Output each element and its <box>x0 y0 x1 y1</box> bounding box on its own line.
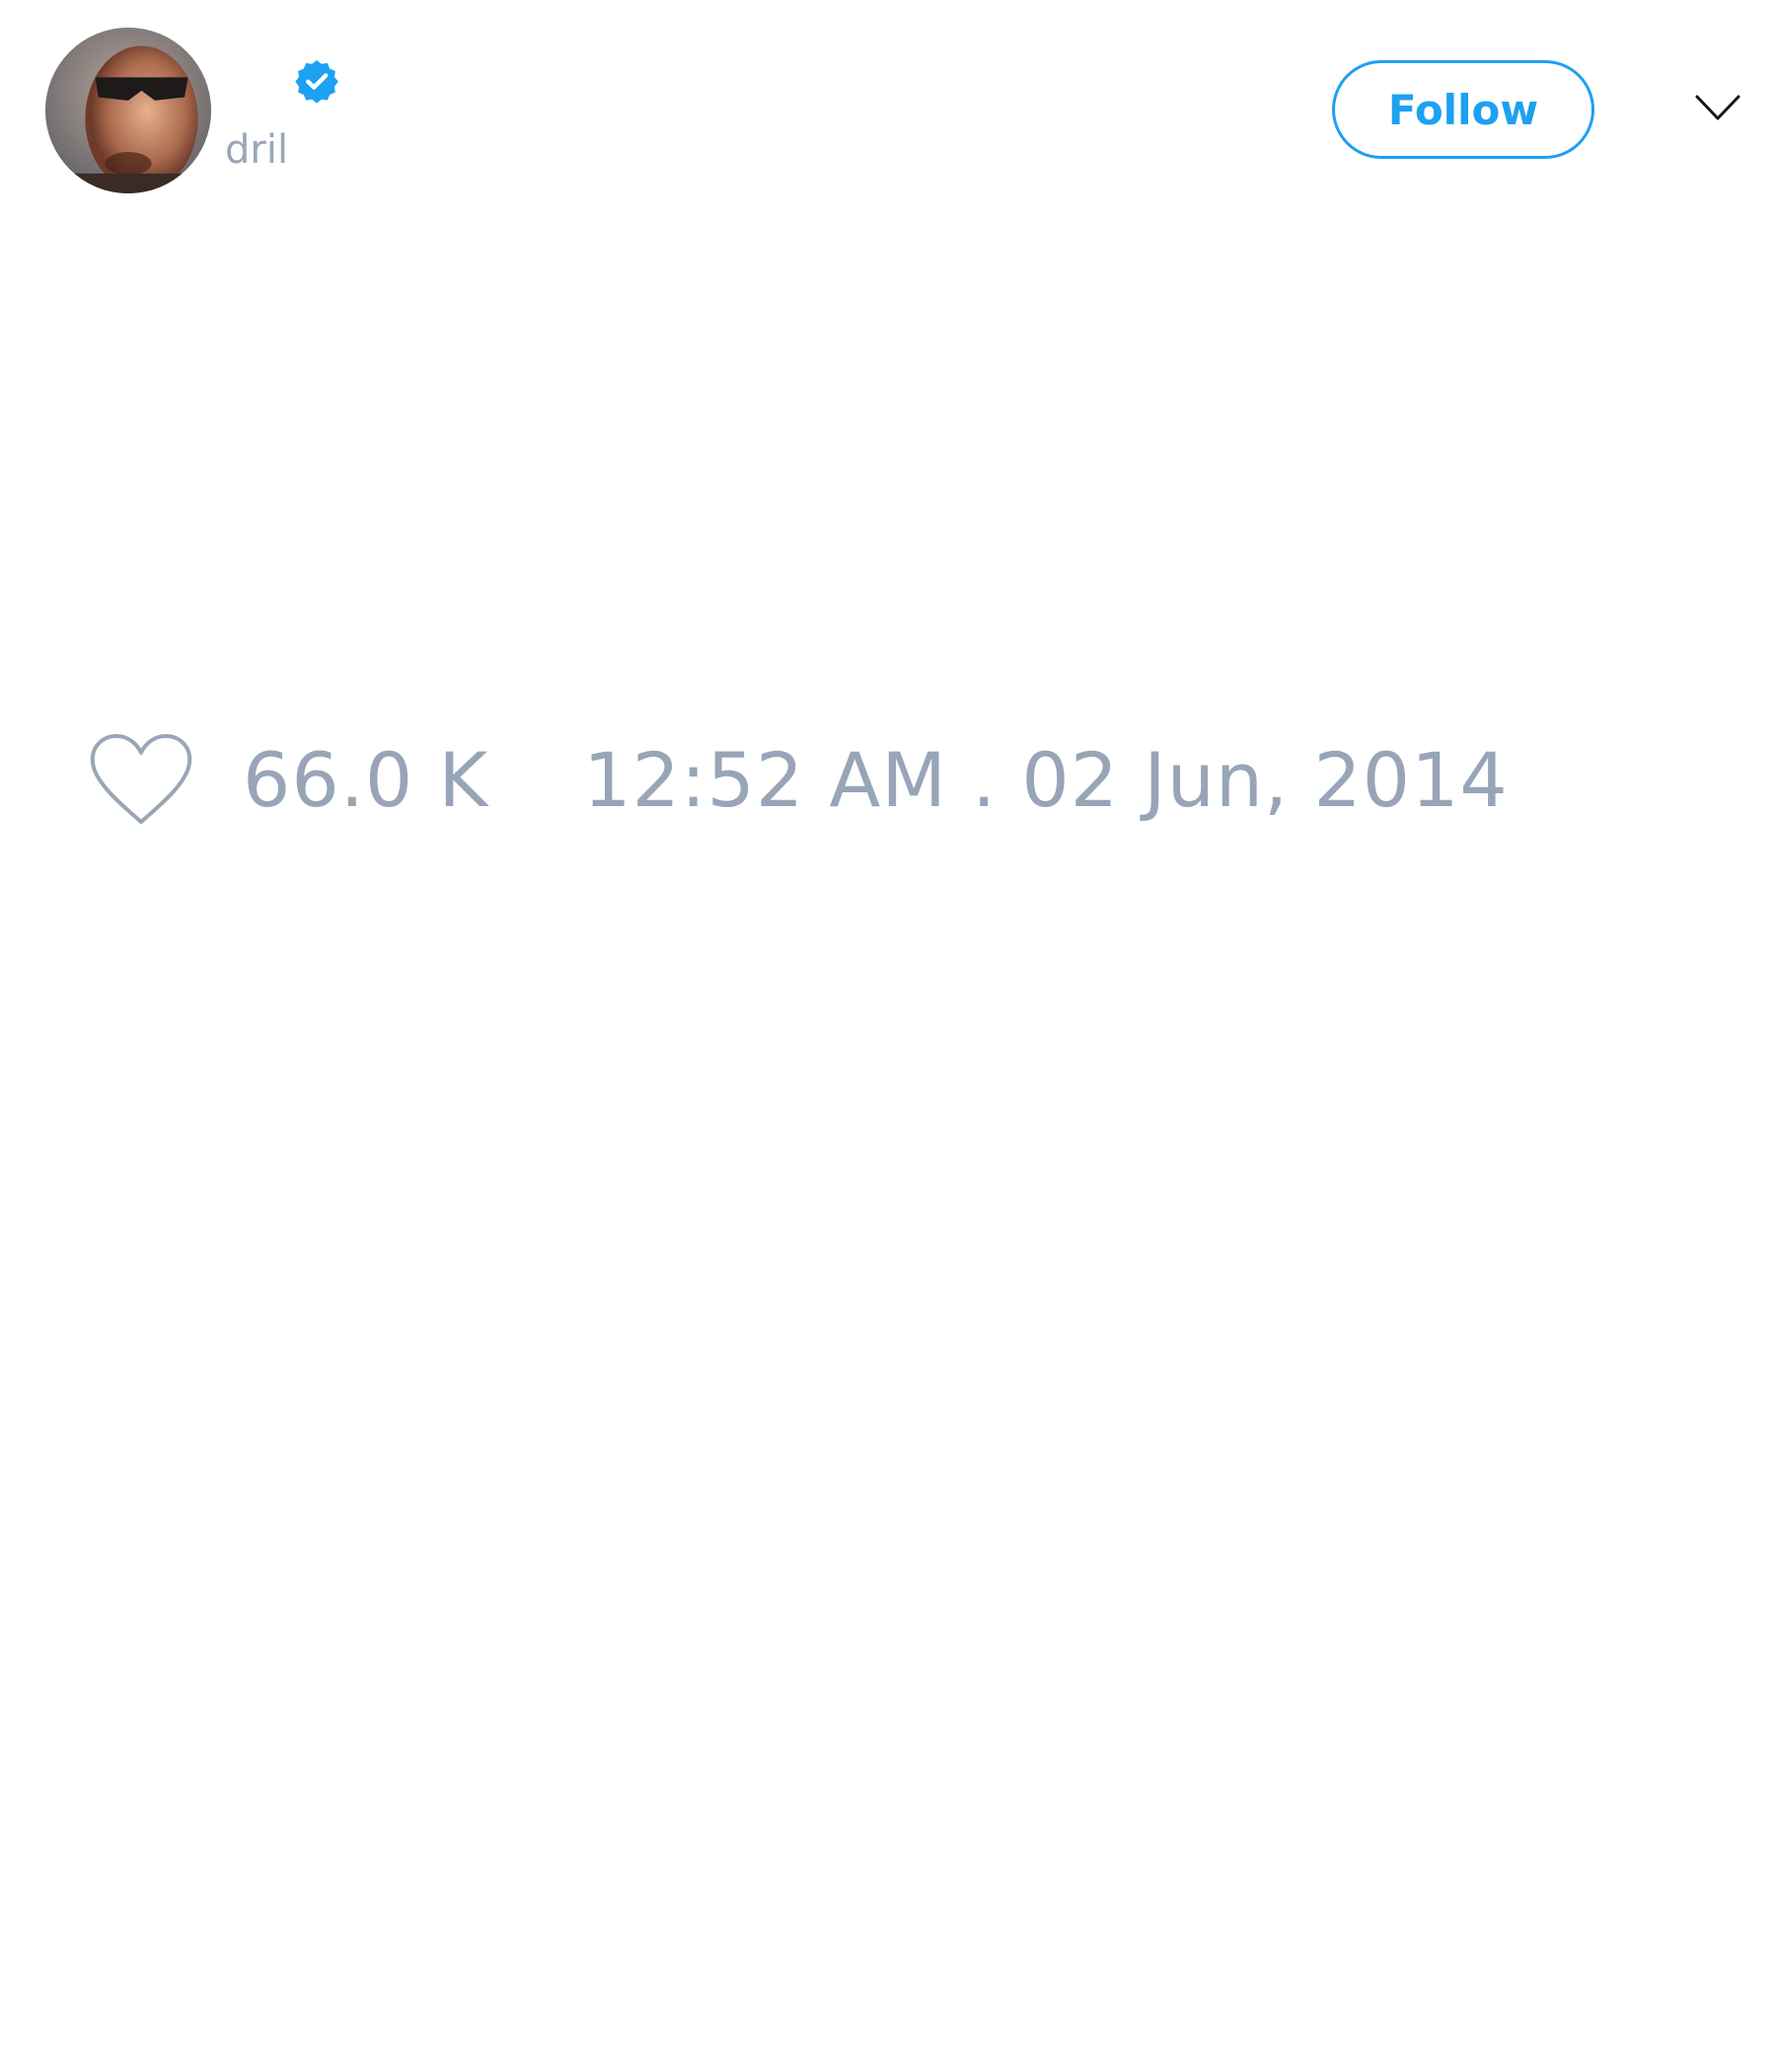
tweet-timestamp[interactable]: 12:52 AM . 02 Jun, 2014 <box>583 736 1509 824</box>
chevron-down-icon[interactable] <box>1695 93 1740 122</box>
like-count: 66.0 K <box>243 735 489 824</box>
avatar[interactable] <box>45 28 211 193</box>
tweet-meta: 66.0 K 12:52 AM . 02 Jun, 2014 <box>89 730 1509 829</box>
verified-badge-icon <box>293 57 340 105</box>
user-handle[interactable]: dril <box>225 126 288 174</box>
heart-icon[interactable] <box>89 733 193 826</box>
follow-button[interactable]: Follow <box>1332 60 1594 159</box>
